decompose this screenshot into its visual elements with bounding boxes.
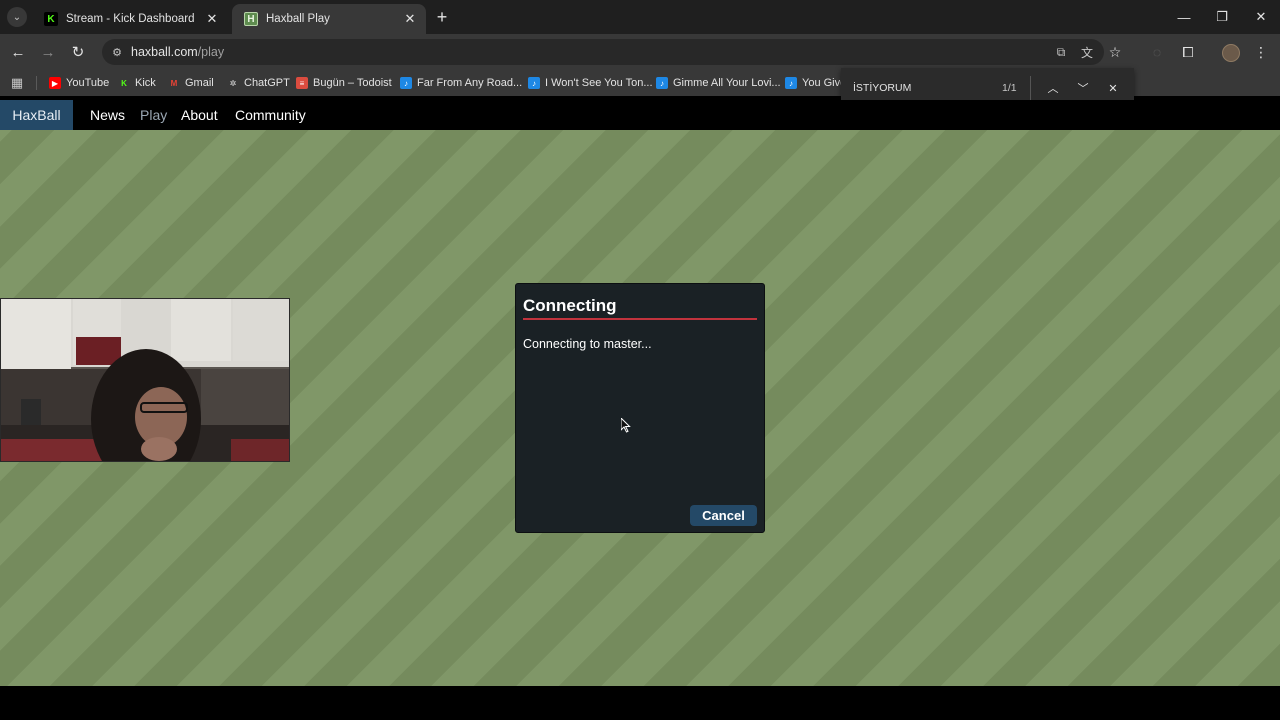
nav-play[interactable]: Play [140,107,167,123]
bookmark-label: Kick [135,77,156,89]
url-path: /play [197,45,225,59]
extensions-icon[interactable]: ⧠ [1178,42,1198,62]
connecting-dialog: Connecting Connecting to master... Cance… [515,283,765,533]
bookmark-i-wont-see-you[interactable]: ♪ I Won't See You Ton... [528,75,653,91]
nav-news[interactable]: News [90,107,125,123]
profile-avatar[interactable] [1222,44,1240,62]
dialog-message: Connecting to master... [523,337,652,351]
tab-title: Stream - Kick Dashboard [66,13,195,25]
extension-disabled-icon[interactable]: ◌ [1147,42,1167,62]
url-text: haxball.com/play [131,45,224,59]
tab-strip: ⌄ K Stream - Kick Dashboard ✕ H Haxball … [0,0,1280,34]
find-divider [1030,76,1031,100]
doc-icon: ♪ [656,77,668,89]
site-info-icon[interactable]: ⚙ [108,43,126,61]
bookmark-label: You Give [802,77,847,89]
chevron-down-icon[interactable]: ﹀ [1074,79,1092,97]
apps-grid-icon[interactable]: ▦ [9,75,25,91]
bottom-black-bar [0,686,1280,720]
kick-icon: K [44,12,58,26]
bookmark-gimme-all[interactable]: ♪ Gimme All Your Lovi... [656,75,781,91]
bookmark-label: Far From Any Road... [417,77,523,89]
kick-icon: K [121,78,127,88]
dialog-title-underline [523,318,757,320]
url-host: haxball.com [131,45,198,59]
tab-haxball-play[interactable]: H Haxball Play ✕ [232,4,426,34]
close-icon[interactable]: ✕ [402,11,418,27]
find-match-count: 1/1 [1002,82,1017,94]
gmail-icon: M [170,78,178,88]
reload-icon[interactable]: ↻ [68,42,88,62]
tab-title: Haxball Play [266,13,330,25]
doc-icon: ♪ [400,77,412,89]
webcam-overlay [0,298,290,462]
browser-toolbar: ← → ↻ ⚙ haxball.com/play ⧉ 文 ☆ ◌ ⧠ ⋮ [0,34,1280,70]
bookmark-label: YouTube [66,77,110,89]
bookmark-label: Gimme All Your Lovi... [673,77,781,89]
forward-icon[interactable]: → [38,42,58,62]
bookmark-far-from-any-road[interactable]: ♪ Far From Any Road... [400,75,522,91]
find-input[interactable]: İSTİYORUM [853,82,911,94]
todoist-icon: ≡ [296,77,308,89]
nav-about[interactable]: About [181,107,218,123]
doc-icon: ♪ [528,77,540,89]
webcam-image [1,299,289,461]
site-header: HaxBall News Play About Community [0,100,1280,130]
chevron-up-icon[interactable]: ︿ [1044,79,1062,97]
translate-icon[interactable]: 文 [1078,43,1096,61]
menu-kebab-icon[interactable]: ⋮ [1251,42,1271,62]
cancel-button[interactable]: Cancel [690,505,757,526]
bookmark-gmail[interactable]: M Gmail [168,75,214,91]
youtube-icon: ▶ [49,77,61,89]
page-search-icon[interactable]: ⧉ [1052,43,1070,61]
bookmark-youtube[interactable]: ▶ YouTube [49,75,109,91]
window-close-icon[interactable]: ✕ [1249,6,1273,28]
bookmark-label: Bugün – Todoist [313,77,392,89]
mouse-cursor-icon [621,418,631,433]
bookmarks-divider [36,76,37,90]
chatgpt-icon: ✲ [229,78,237,88]
close-icon[interactable]: ✕ [204,11,220,27]
nav-community[interactable]: Community [235,107,306,123]
tab-kick-dashboard[interactable]: K Stream - Kick Dashboard ✕ [32,4,228,34]
bookmark-kick[interactable]: K Kick [118,75,156,91]
bookmark-star-icon[interactable]: ☆ [1105,42,1125,62]
address-bar[interactable]: ⚙ haxball.com/play ⧉ 文 [102,39,1104,65]
bookmark-label: I Won't See You Ton... [545,77,653,89]
restore-icon[interactable]: ❐ [1210,6,1234,28]
close-icon[interactable]: ✕ [1104,79,1122,97]
bookmark-label: Gmail [185,77,214,89]
bookmark-todoist[interactable]: ≡ Bugün – Todoist [296,75,392,91]
bookmark-chatgpt[interactable]: ✲ ChatGPT [227,75,290,91]
new-tab-icon[interactable]: + [432,7,452,27]
minimize-icon[interactable]: — [1172,6,1196,28]
tab-search-icon[interactable]: ⌄ [7,7,27,27]
bookmark-label: ChatGPT [244,77,290,89]
dialog-title: Connecting [523,296,617,315]
haxball-icon: H [244,12,258,26]
back-icon[interactable]: ← [8,42,28,62]
site-brand[interactable]: HaxBall [0,100,73,130]
bookmark-you-give[interactable]: ♪ You Give [785,75,846,91]
doc-icon: ♪ [785,77,797,89]
